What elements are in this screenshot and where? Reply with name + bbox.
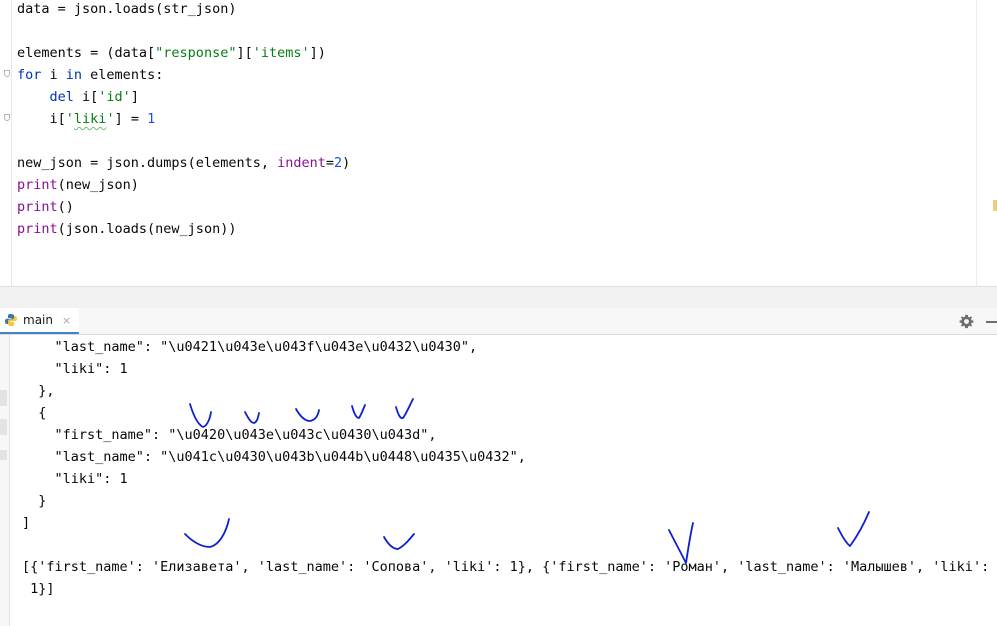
minimize-icon[interactable]: [986, 321, 997, 323]
console-line: ]: [22, 515, 31, 531]
console-line: [{'first_name': 'Елизавета', 'last_name'…: [22, 559, 990, 575]
run-panel-header: main ×: [0, 308, 997, 335]
tab-main-label: main: [23, 313, 53, 327]
python-icon: [5, 314, 17, 326]
typo-warning: liki: [73, 111, 107, 127]
console-line: },: [22, 383, 55, 399]
code-line-3[interactable]: elements = (data["response"]['items']): [17, 42, 326, 64]
console-line: "first_name": "\u0420\u043e\u043c\u0430\…: [22, 427, 437, 443]
warning-stripe-marker[interactable]: [993, 200, 997, 211]
scroll-to-end-icon[interactable]: [0, 390, 7, 406]
print-icon[interactable]: [0, 450, 7, 460]
console-line: "liki": 1: [22, 361, 128, 377]
gear-icon[interactable]: [959, 314, 974, 329]
code-line-5[interactable]: del i['id']: [17, 86, 139, 108]
editor-gutter: [0, 0, 12, 286]
code-line-4[interactable]: for i in elements:: [17, 64, 163, 86]
panel-splitter[interactable]: [0, 286, 997, 308]
code-line-6[interactable]: i['liki'] = 1: [17, 108, 156, 130]
right-margin-guide: [976, 0, 977, 286]
code-editor[interactable]: data = json.loads(str_json) elements = (…: [0, 0, 997, 286]
code-line-9[interactable]: print(new_json): [17, 174, 139, 196]
console-toolbar: [0, 335, 10, 626]
code-line-1[interactable]: data = json.loads(str_json): [17, 0, 236, 20]
tab-main[interactable]: main ×: [0, 308, 80, 334]
console-line: "liki": 1: [22, 471, 128, 487]
console-line: "last_name": "\u041c\u0430\u043b\u044b\u…: [22, 449, 526, 465]
fold-marker-icon[interactable]: [4, 114, 10, 121]
code-line-8[interactable]: new_json = json.dumps(elements, indent=2…: [17, 152, 350, 174]
console-line: }: [22, 493, 47, 509]
soft-wrap-icon[interactable]: [0, 419, 7, 435]
fold-marker-icon[interactable]: [4, 70, 10, 77]
code-line-10[interactable]: print(): [17, 196, 74, 218]
console-line: {: [22, 405, 47, 421]
code-line-11[interactable]: print(json.loads(new_json)): [17, 218, 236, 240]
console-line: "last_name": "\u0421\u043e\u043f\u043e\u…: [22, 339, 478, 355]
tab-close-icon[interactable]: ×: [62, 314, 71, 327]
run-console[interactable]: "last_name": "\u0421\u043e\u043f\u043e\u…: [0, 335, 997, 626]
console-line: 1}]: [22, 581, 55, 597]
